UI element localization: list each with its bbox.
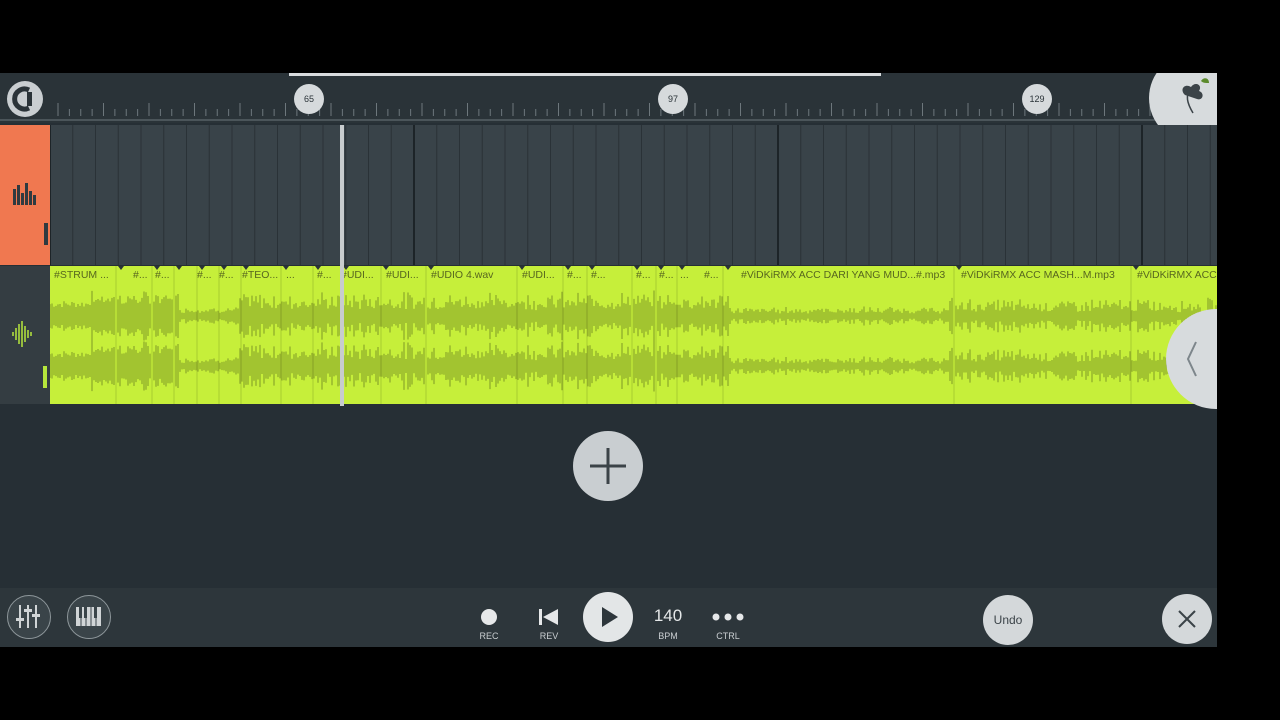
- track-2-audio-clips[interactable]: #STRUM ... #... #... #... #... #TEO... .…: [50, 266, 1217, 404]
- record-dot-icon: [481, 609, 497, 625]
- clip-label[interactable]: #ViDKiRMX ACC DARI YANG MUD...#.mp3: [741, 269, 945, 281]
- rewind-label: REV: [539, 631, 559, 641]
- skip-back-icon: [539, 609, 558, 625]
- ellipsis-icon: [712, 613, 744, 621]
- rewind-button[interactable]: REV: [519, 588, 579, 647]
- clip-label[interactable]: #...: [133, 269, 148, 281]
- clip-label[interactable]: #UDI...: [522, 269, 555, 281]
- clip-label[interactable]: #UDIO 4.wav: [431, 269, 493, 281]
- add-track-button[interactable]: [573, 431, 643, 501]
- chevron-left-icon: [1186, 341, 1197, 377]
- clip-label[interactable]: ...: [286, 269, 295, 281]
- bpm-label: BPM: [658, 631, 678, 641]
- bar-marker-65[interactable]: 65: [294, 84, 324, 114]
- close-button[interactable]: [1162, 594, 1212, 644]
- record-button[interactable]: REC: [459, 588, 519, 647]
- clip-label[interactable]: #...: [704, 269, 719, 281]
- collapse-panel-button[interactable]: [1166, 309, 1217, 409]
- clip-label[interactable]: #...: [197, 269, 212, 281]
- play-icon: [602, 607, 618, 627]
- track-2-header[interactable]: [0, 266, 50, 404]
- piano-roll-button[interactable]: [67, 595, 111, 639]
- clip-label[interactable]: #...: [591, 269, 606, 281]
- clip-label[interactable]: #ViDKiRMX ACC: [1137, 269, 1217, 281]
- clip-label[interactable]: #...: [317, 269, 332, 281]
- clip-label[interactable]: #UDI...: [386, 269, 419, 281]
- clip-label[interactable]: #ViDKiRMX ACC MASH...M.mp3: [961, 269, 1115, 281]
- playhead[interactable]: [340, 125, 344, 406]
- undo-button[interactable]: Undo: [983, 595, 1033, 645]
- bar-marker-129[interactable]: 129: [1022, 84, 1052, 114]
- clip-label[interactable]: ...: [680, 269, 689, 281]
- transport-bar: REC REV 140 BPM CTRL Undo: [0, 588, 1217, 647]
- fl-studio-mobile-window: 65 97 129 #STRUM ... #... #... #... #...…: [0, 73, 1217, 647]
- snap-magnet-button[interactable]: [7, 81, 43, 117]
- ctrl-label: CTRL: [716, 631, 740, 641]
- piano-icon: [76, 607, 101, 626]
- plus-icon: [590, 448, 626, 484]
- track-2: #STRUM ... #... #... #... #... #TEO... .…: [0, 266, 1217, 404]
- clip-label[interactable]: #...: [219, 269, 234, 281]
- clip-label[interactable]: #UDI...: [341, 269, 374, 281]
- clip-label[interactable]: #...: [659, 269, 674, 281]
- track-1-volume-indicator: [44, 223, 48, 245]
- bar-chart-icon: [13, 183, 36, 205]
- record-label: REC: [479, 631, 499, 641]
- clip-label[interactable]: #...: [567, 269, 582, 281]
- bpm-value: 140: [653, 606, 683, 625]
- play-button[interactable]: [583, 592, 633, 642]
- track-1-header[interactable]: [0, 125, 50, 265]
- clip-label[interactable]: #...: [636, 269, 651, 281]
- track-1-grid: [49, 125, 1211, 265]
- close-icon: [1178, 610, 1196, 628]
- magnet-icon: [12, 86, 32, 112]
- ctrl-button[interactable]: CTRL: [698, 588, 758, 647]
- clip-label[interactable]: #TEO...: [242, 269, 278, 281]
- timeline-ruler[interactable]: 65 97 129: [0, 73, 1217, 123]
- mixer-sliders-icon: [16, 605, 40, 628]
- track-2-volume-indicator: [43, 366, 47, 388]
- mixer-button[interactable]: [7, 595, 51, 639]
- track-1-pattern-area[interactable]: [49, 125, 1217, 265]
- track-1: [0, 125, 1217, 265]
- clip-label[interactable]: #STRUM ...: [54, 269, 109, 281]
- clip-label[interactable]: #...: [155, 269, 170, 281]
- bar-marker-97[interactable]: 97: [658, 84, 688, 114]
- bpm-control[interactable]: 140 BPM: [638, 588, 698, 647]
- horizontal-scrollbar[interactable]: [289, 73, 881, 76]
- waveform-icon: [12, 321, 32, 347]
- audio-waveform: [50, 266, 1217, 404]
